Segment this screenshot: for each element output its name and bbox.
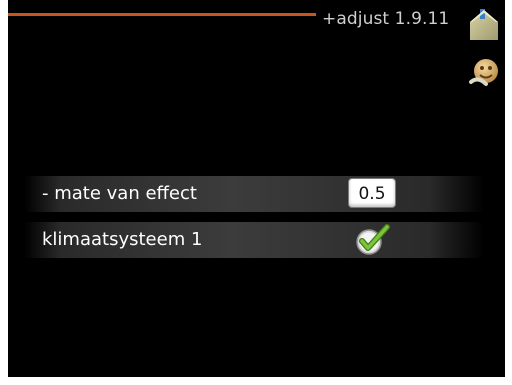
setting-row-degree-of-effect[interactable]: - mate van effect 0.5: [24, 176, 484, 212]
degree-of-effect-value[interactable]: 0.5: [348, 178, 396, 208]
heat-pump-display: +adjust 1.9.11 - mate van effect 0.5 kli…: [8, 0, 505, 377]
setting-row-climate-system-1[interactable]: klimaatsysteem 1: [24, 222, 484, 258]
home-icon[interactable]: [466, 6, 502, 42]
checkbox-checked-icon[interactable]: [354, 224, 394, 256]
smiley-face-icon[interactable]: [466, 54, 502, 90]
setting-label: klimaatsysteem 1: [42, 229, 203, 250]
setting-label: - mate van effect: [42, 183, 197, 204]
title-bar-line: [8, 13, 316, 16]
menu-title: +adjust 1.9.11: [322, 9, 450, 29]
